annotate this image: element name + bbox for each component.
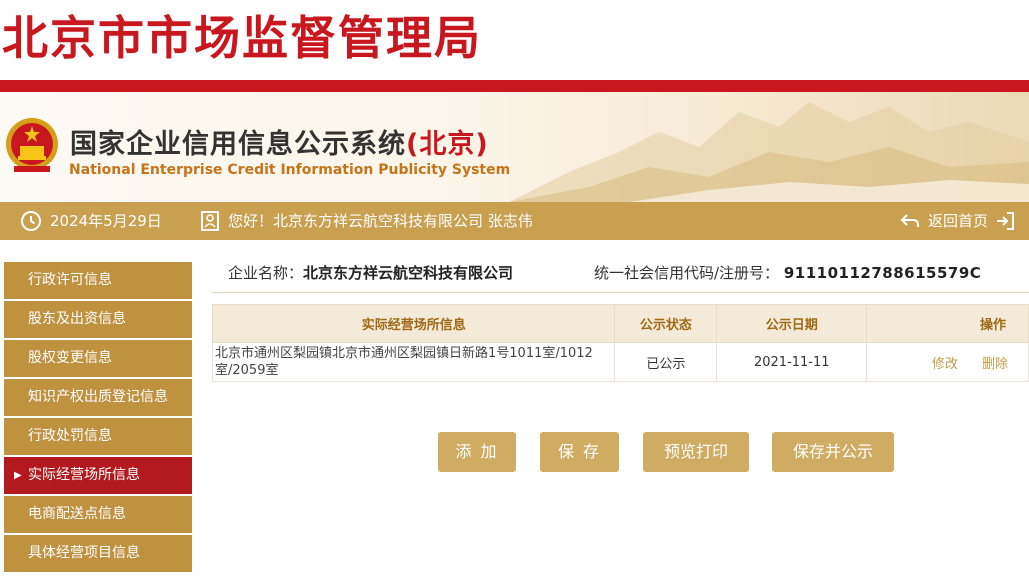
col-header-actions: 操作 bbox=[866, 304, 1029, 343]
company-name: 北京东方祥云航空科技有限公司 bbox=[303, 264, 514, 282]
col-header-status: 公示状态 bbox=[614, 304, 718, 343]
sidebar-item-label: 电商配送点信息 bbox=[28, 506, 126, 522]
table-row: 北京市通州区梨园镇北京市通州区梨园镇日新路1号1011室/1012室/2059室… bbox=[211, 342, 1029, 382]
sidebar-item-label: 具体经营项目信息 bbox=[28, 545, 140, 561]
sidebar-item-ip-pledge[interactable]: 知识产权出质登记信息 bbox=[4, 379, 192, 416]
cell-date: 2021-11-11 bbox=[716, 342, 868, 382]
credit-code-label: 统一社会信用代码/注册号： bbox=[594, 264, 780, 282]
sidebar-item-admin-penalty[interactable]: 行政处罚信息 bbox=[4, 418, 192, 455]
cell-actions: 修改 删除 bbox=[866, 342, 1029, 382]
col-header-address: 实际经营场所信息 bbox=[211, 304, 616, 343]
edit-link[interactable]: 修改 bbox=[932, 357, 958, 372]
sidebar-item-ecommerce-delivery[interactable]: 电商配送点信息 bbox=[4, 496, 192, 533]
save-publish-button[interactable]: 保存并公示 bbox=[772, 432, 894, 472]
table-header-row: 实际经营场所信息 公示状态 公示日期 操作 bbox=[211, 304, 1029, 343]
system-banner: 国家企业信用信息公示系统(北京) National Enterprise Cre… bbox=[0, 92, 1029, 202]
status-bar: 2024年5月29日 您好！北京东方祥云航空科技有限公司 张志伟 返回首页 bbox=[0, 202, 1029, 240]
sidebar-item-equity-change[interactable]: 股权变更信息 bbox=[4, 340, 192, 377]
current-date: 2024年5月29日 bbox=[50, 212, 162, 230]
sidebar-item-label: 知识产权出质登记信息 bbox=[28, 389, 168, 405]
system-title-english: National Enterprise Credit Information P… bbox=[69, 162, 511, 178]
delete-link[interactable]: 删除 bbox=[982, 357, 1008, 372]
header-red-bar bbox=[0, 80, 1029, 92]
credit-code-line: 统一社会信用代码/注册号： 91110112788615579C bbox=[594, 262, 981, 283]
save-button[interactable]: 保 存 bbox=[540, 432, 619, 472]
sidebar-item-label: 股东及出资信息 bbox=[28, 311, 126, 327]
sidebar-item-shareholder[interactable]: 股东及出资信息 bbox=[4, 301, 192, 338]
sidebar-nav: 行政许可信息 股东及出资信息 股权变更信息 知识产权出质登记信息 行政处罚信息 … bbox=[4, 262, 192, 574]
return-home-link[interactable]: 返回首页 bbox=[900, 202, 1024, 240]
user-greeting: 您好！北京东方祥云航空科技有限公司 张志伟 bbox=[200, 202, 533, 240]
greeting-text: 您好！北京东方祥云航空科技有限公司 张志伟 bbox=[228, 212, 533, 230]
user-card-icon bbox=[201, 211, 219, 231]
date-display: 2024年5月29日 bbox=[20, 202, 162, 240]
logout-icon[interactable] bbox=[994, 210, 1016, 232]
company-name-label: 企业名称： bbox=[228, 264, 304, 282]
premises-table: 实际经营场所信息 公示状态 公示日期 操作 北京市通州区梨园镇北京市通州区梨园镇… bbox=[211, 304, 1029, 382]
credit-code: 91110112788615579C bbox=[783, 264, 982, 282]
sidebar-item-label: 实际经营场所信息 bbox=[28, 467, 140, 483]
return-home-label[interactable]: 返回首页 bbox=[928, 202, 988, 240]
bureau-title: 北京市市场监督管理局 bbox=[2, 11, 482, 65]
return-arrow-icon bbox=[900, 214, 919, 227]
clock-icon bbox=[21, 211, 41, 231]
national-emblem-icon bbox=[6, 118, 58, 172]
sidebar-item-label: 行政处罚信息 bbox=[28, 428, 112, 444]
system-title-region: (北京) bbox=[406, 129, 489, 160]
sidebar-item-label: 股权变更信息 bbox=[28, 350, 112, 366]
system-title: 国家企业信用信息公示系统(北京) bbox=[70, 122, 489, 161]
caret-right-icon: ▶ bbox=[14, 470, 22, 481]
sidebar-item-admin-license[interactable]: 行政许可信息 bbox=[4, 262, 192, 299]
sidebar-item-business-premises[interactable]: ▶ 实际经营场所信息 bbox=[4, 457, 192, 494]
preview-print-button[interactable]: 预览打印 bbox=[643, 432, 749, 472]
mountain-artwork bbox=[509, 102, 1029, 202]
company-name-line: 企业名称：北京东方祥云航空科技有限公司 bbox=[228, 262, 513, 283]
cell-status: 已公示 bbox=[614, 342, 718, 382]
cell-address: 北京市通州区梨园镇北京市通州区梨园镇日新路1号1011室/1012室/2059室 bbox=[211, 342, 616, 382]
section-divider bbox=[212, 292, 1029, 293]
col-header-date: 公示日期 bbox=[716, 304, 868, 343]
system-title-main: 国家企业信用信息公示系统 bbox=[70, 129, 406, 160]
sidebar-item-business-items[interactable]: 具体经营项目信息 bbox=[4, 535, 192, 572]
sidebar-item-label: 行政许可信息 bbox=[28, 272, 112, 288]
add-button[interactable]: 添 加 bbox=[438, 432, 516, 472]
